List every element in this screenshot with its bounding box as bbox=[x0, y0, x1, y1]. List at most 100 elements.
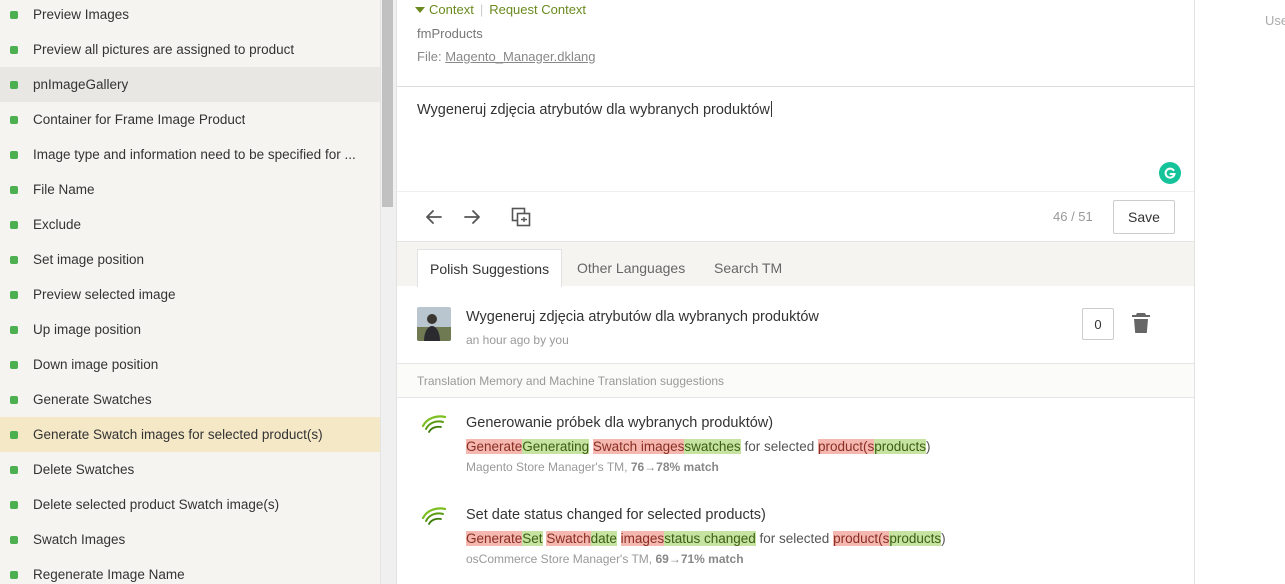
sidebar-item[interactable]: pnImageGallery bbox=[0, 67, 380, 102]
sidebar-item[interactable]: Down image position bbox=[0, 347, 380, 382]
sidebar-item-label: Up image position bbox=[33, 322, 142, 337]
diff-deleted: product(s bbox=[833, 531, 890, 546]
translation-text: Wygeneruj zdjęcia atrybutów dla wybranyc… bbox=[417, 102, 770, 118]
status-dot-icon bbox=[10, 45, 18, 54]
suggestion-text: Wygeneruj zdjęcia atrybutów dla wybranyc… bbox=[466, 309, 819, 325]
file-label: File: bbox=[417, 49, 442, 64]
vote-counter[interactable]: 0 bbox=[1082, 308, 1114, 340]
sidebar-item-label: Swatch Images bbox=[33, 532, 126, 547]
sidebar-item[interactable]: Preview selected image bbox=[0, 277, 380, 312]
copy-source-button[interactable] bbox=[508, 204, 534, 230]
tm-source-logo-icon bbox=[421, 415, 447, 433]
suggestion-meta: an hour ago by you bbox=[466, 333, 569, 347]
sidebar-item-label: Generate Swatch images for selected prod… bbox=[33, 427, 323, 442]
tm-diff: GenerateGenerating Swatch imagesswatches… bbox=[466, 439, 931, 454]
avatar bbox=[417, 307, 451, 341]
status-dot-icon bbox=[10, 570, 18, 579]
status-dot-icon bbox=[10, 360, 18, 369]
editor-panel: Context | Request Context fmProducts Fil… bbox=[396, 0, 1195, 584]
status-dot-icon bbox=[10, 395, 18, 404]
sidebar-item-label: Regenerate Image Name bbox=[33, 567, 185, 582]
trash-icon bbox=[1132, 313, 1150, 333]
sidebar-item[interactable]: Regenerate Image Name bbox=[0, 557, 380, 584]
tm-suggestion[interactable]: Generowanie próbek dla wybranych produkt… bbox=[397, 398, 1194, 490]
tm-suggestion[interactable]: Set date status changed for selected pro… bbox=[397, 490, 1194, 582]
sidebar-item-label: Preview all pictures are assigned to pro… bbox=[33, 42, 295, 57]
suggestion-tabs: Polish Suggestions Other Languages Searc… bbox=[397, 241, 1194, 287]
diff-deleted: images bbox=[620, 531, 665, 546]
delete-suggestion-button[interactable] bbox=[1131, 312, 1151, 334]
status-dot-icon bbox=[10, 255, 18, 264]
diff-deleted: Generate bbox=[466, 439, 523, 454]
diff-inserted: date bbox=[590, 531, 617, 546]
sidebar-item[interactable]: Set image position bbox=[0, 242, 380, 277]
tm-suggestion-text: Generowanie próbek dla wybranych produkt… bbox=[466, 415, 774, 431]
sidebar: Preview Images Preview all pictures are a… bbox=[0, 0, 380, 584]
grammarly-icon[interactable] bbox=[1159, 162, 1181, 184]
tm-source-name: osCommerce Store Manager's TM, bbox=[466, 552, 653, 566]
sidebar-item[interactable]: Delete selected product Swatch image(s) bbox=[0, 487, 380, 522]
sidebar-item[interactable]: Image type and information need to be sp… bbox=[0, 137, 380, 172]
tm-source-name: Magento Store Manager's TM, bbox=[466, 460, 628, 474]
context-link[interactable]: Context bbox=[429, 2, 474, 17]
status-dot-icon bbox=[10, 185, 18, 194]
tab-polish-suggestions[interactable]: Polish Suggestions bbox=[417, 249, 563, 287]
string-key: fmProducts bbox=[417, 26, 483, 41]
sidebar-item[interactable]: Preview Images bbox=[0, 0, 380, 32]
diff-inserted: products bbox=[889, 531, 942, 546]
sidebar-item-label: Generate Swatches bbox=[33, 392, 152, 407]
diff-unchanged: for selected bbox=[755, 531, 834, 546]
status-dot-icon bbox=[10, 115, 18, 124]
tab-other-languages[interactable]: Other Languages bbox=[565, 249, 697, 287]
user-label[interactable]: Use bbox=[1265, 13, 1285, 28]
request-context-link[interactable]: Request Context bbox=[489, 2, 586, 17]
context-bar: Context | Request Context bbox=[415, 2, 586, 17]
file-link[interactable]: Magento_Manager.dklang bbox=[445, 49, 595, 64]
sidebar-item-label: Preview Images bbox=[33, 7, 130, 22]
sidebar-item[interactable]: Up image position bbox=[0, 312, 380, 347]
sidebar-item[interactable]: Exclude bbox=[0, 207, 380, 242]
editor-toolbar: 46 / 51 Save bbox=[397, 191, 1194, 241]
diff-unchanged: ) bbox=[941, 531, 946, 546]
save-button[interactable]: Save bbox=[1113, 200, 1175, 234]
sidebar-item-label: Down image position bbox=[33, 357, 159, 372]
sidebar-item-label: Set image position bbox=[33, 252, 145, 267]
sidebar-item[interactable]: Container for Frame Image Product bbox=[0, 102, 380, 137]
diff-deleted: Generate bbox=[466, 531, 523, 546]
sidebar-item[interactable]: Preview all pictures are assigned to pro… bbox=[0, 32, 380, 67]
status-dot-icon bbox=[10, 535, 18, 544]
tm-section-header: Translation Memory and Machine Translati… bbox=[397, 364, 1194, 398]
sidebar-item-label: Image type and information need to be sp… bbox=[33, 147, 356, 162]
sidebar-item[interactable]: Swatch Images bbox=[0, 522, 380, 557]
tab-search-tm[interactable]: Search TM bbox=[702, 249, 794, 287]
previous-string-button[interactable] bbox=[421, 204, 447, 230]
tm-diff: GenerateSet Swatchdate imagesstatus chan… bbox=[466, 531, 946, 546]
tm-match: 76→78% match bbox=[630, 460, 719, 474]
translation-textarea[interactable]: Wygeneruj zdjęcia atrybutów dla wybranyc… bbox=[417, 101, 772, 118]
diff-deleted: Swatch images bbox=[592, 439, 685, 454]
copy-icon bbox=[511, 207, 531, 227]
status-dot-icon bbox=[10, 465, 18, 474]
translation-editor[interactable]: Wygeneruj zdjęcia atrybutów dla wybranyc… bbox=[397, 86, 1194, 191]
next-string-button[interactable] bbox=[459, 204, 485, 230]
sidebar-item[interactable]: Delete Swatches bbox=[0, 452, 380, 487]
arrow-left-icon bbox=[426, 210, 442, 224]
tm-source-logo-icon bbox=[421, 507, 447, 525]
diff-inserted: status changed bbox=[664, 531, 756, 546]
tm-suggestion-text: Set date status changed for selected pro… bbox=[466, 507, 766, 523]
diff-deleted: product(s bbox=[817, 439, 875, 454]
tm-source: Magento Store Manager's TM, 76→78% match bbox=[466, 460, 719, 474]
diff-inserted: products bbox=[874, 439, 927, 454]
sidebar-scrollbar-thumb[interactable] bbox=[382, 0, 393, 207]
sidebar-item[interactable]: Generate Swatches bbox=[0, 382, 380, 417]
separator: | bbox=[479, 2, 484, 17]
status-dot-icon bbox=[10, 500, 18, 509]
sidebar-item-label: File Name bbox=[33, 182, 95, 197]
sidebar-item[interactable]: File Name bbox=[0, 172, 380, 207]
sidebar-item-label: Preview selected image bbox=[33, 287, 176, 302]
caret-down-icon[interactable] bbox=[415, 6, 425, 13]
status-dot-icon bbox=[10, 325, 18, 334]
sidebar-item[interactable]: Generate Swatch images for selected prod… bbox=[0, 417, 380, 452]
status-dot-icon bbox=[10, 80, 18, 89]
diff-deleted: Swatch bbox=[546, 531, 591, 546]
